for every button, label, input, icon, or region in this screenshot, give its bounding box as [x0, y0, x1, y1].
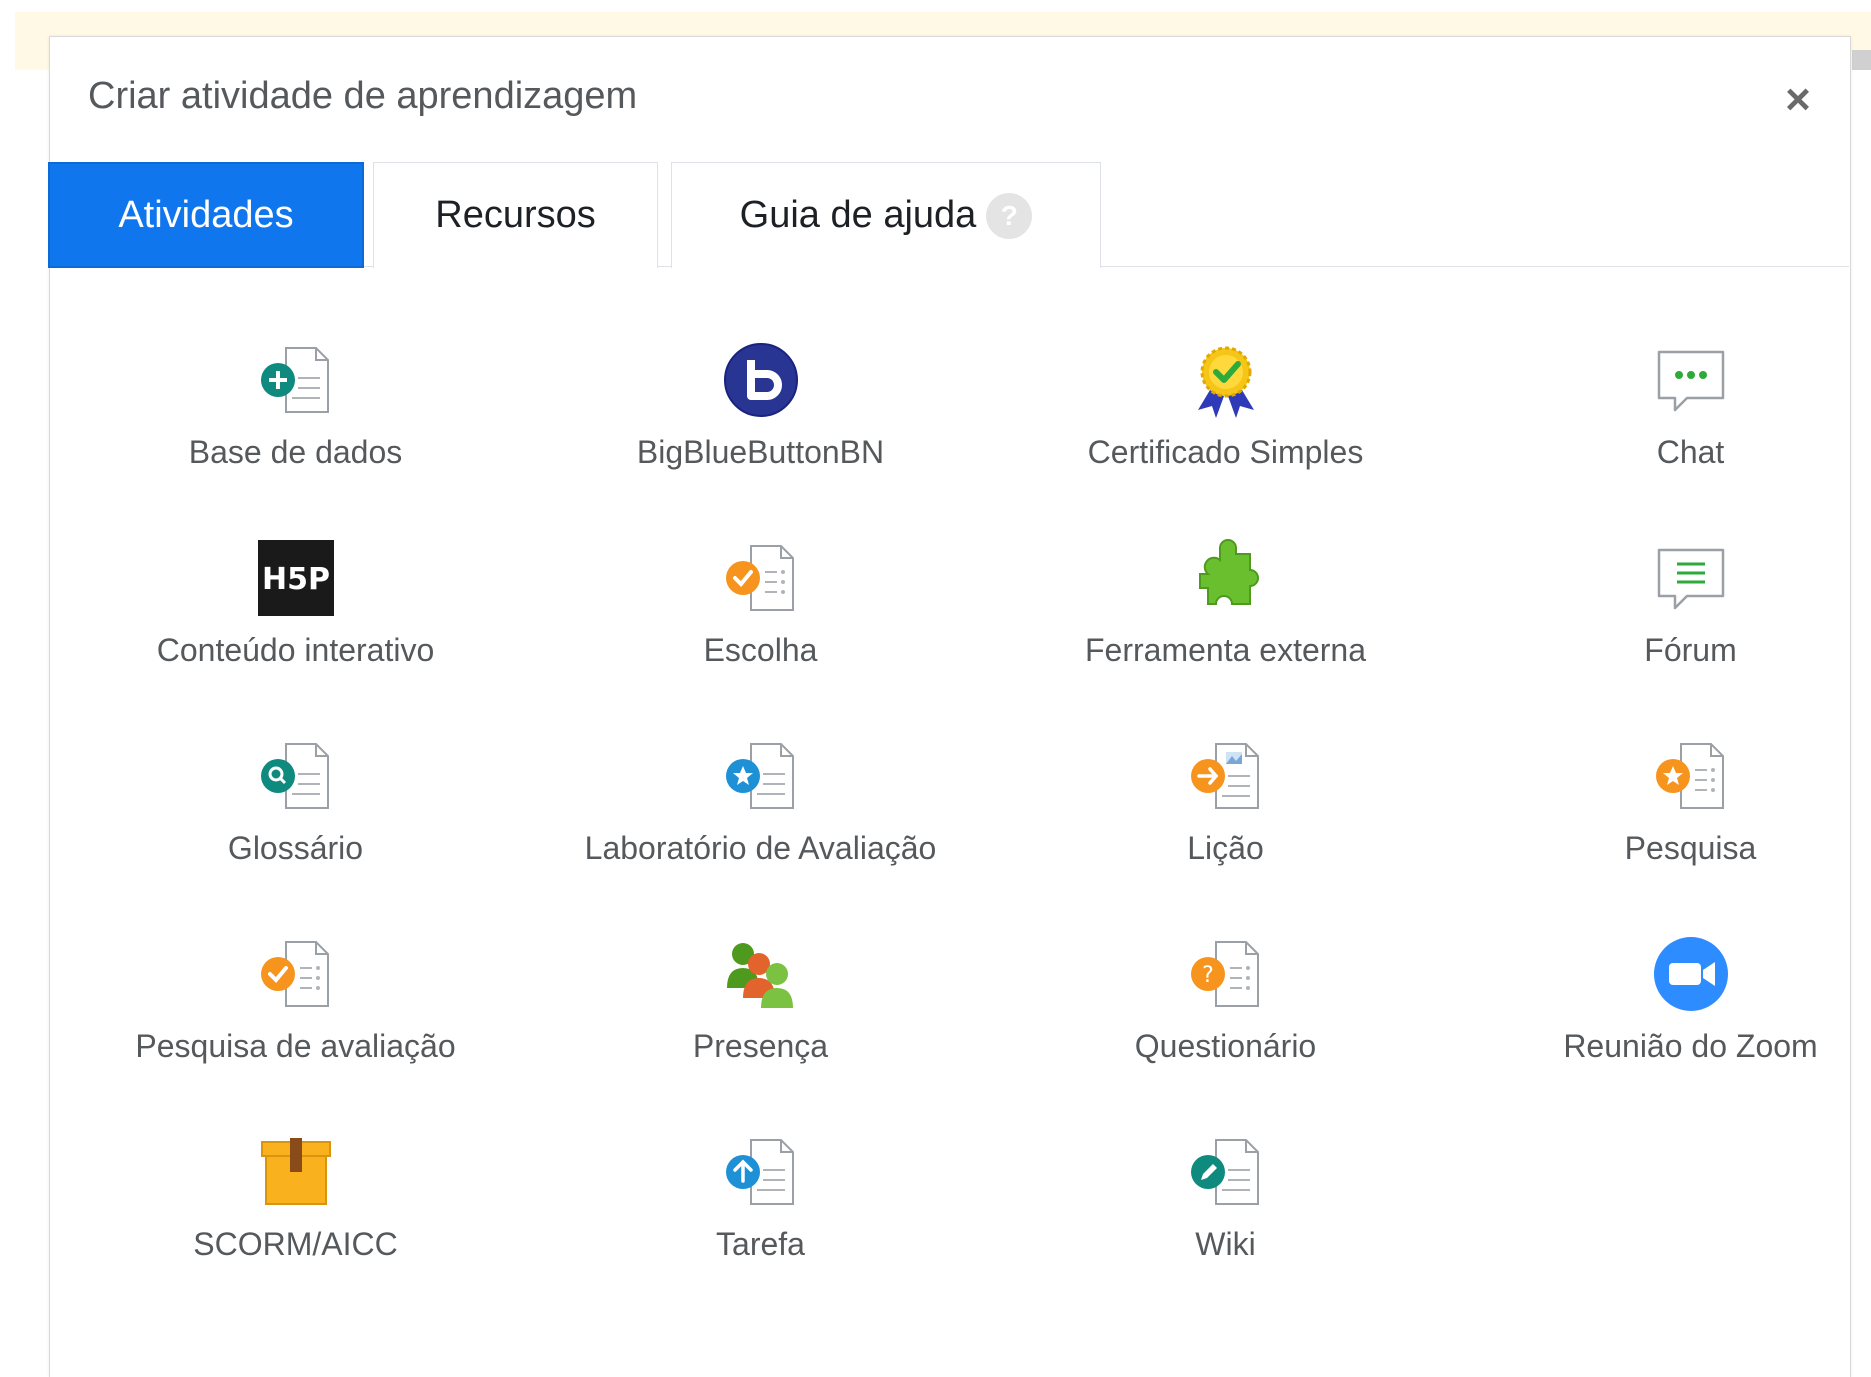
activity-label: Laboratório de Avaliação: [584, 830, 937, 866]
certificate-icon: [1186, 340, 1266, 420]
activity-presenca[interactable]: Presença: [528, 934, 993, 1132]
page-background-edge: [1852, 50, 1871, 70]
feedback-icon: [256, 934, 336, 1014]
database-icon: [256, 340, 336, 420]
workshop-icon: [721, 736, 801, 816]
activity-label: Chat: [1656, 434, 1725, 470]
activity-pesquisa[interactable]: Pesquisa: [1458, 736, 1871, 934]
activity-label: Ferramenta externa: [1084, 632, 1366, 668]
activity-label: Questionário: [1134, 1028, 1317, 1064]
wiki-icon: [1186, 1132, 1266, 1212]
activity-scorm-aicc[interactable]: SCORM/AICC: [63, 1132, 528, 1330]
tab-label: Recursos: [435, 194, 596, 236]
activity-label: Fórum: [1644, 632, 1737, 668]
activity-escolha[interactable]: Escolha: [528, 538, 993, 736]
zoom-icon: [1651, 934, 1731, 1014]
bigbluebutton-icon: [721, 340, 801, 420]
activity-glossario[interactable]: Glossário: [63, 736, 528, 934]
activity-chat[interactable]: Chat: [1458, 340, 1871, 538]
activity-label: Pesquisa de avaliação: [135, 1028, 456, 1064]
survey-icon: [1651, 736, 1731, 816]
activity-questionario[interactable]: ? Questionário: [993, 934, 1458, 1132]
choice-icon: [721, 538, 801, 618]
svg-text:?: ?: [1202, 963, 1214, 988]
svg-text:H5P: H5P: [262, 562, 330, 597]
forum-icon: [1651, 538, 1731, 618]
activity-label: Escolha: [703, 632, 818, 668]
activity-reuniao-do-zoom[interactable]: Reunião do Zoom: [1458, 934, 1871, 1132]
activity-label: Conteúdo interativo: [156, 632, 435, 668]
tab-guia-de-ajuda[interactable]: Guia de ajuda ?: [671, 162, 1101, 268]
assignment-icon: [721, 1132, 801, 1212]
activity-label: Wiki: [1195, 1226, 1256, 1262]
scorm-package-icon: [256, 1132, 336, 1212]
tab-label: Guia de ajuda: [739, 194, 977, 236]
tab-atividades[interactable]: Atividades: [48, 162, 364, 268]
chat-icon: [1651, 340, 1731, 420]
activity-tarefa[interactable]: Tarefa: [528, 1132, 993, 1330]
activity-label: SCORM/AICC: [193, 1226, 398, 1262]
activity-bigbluebuttonbn[interactable]: BigBlueButtonBN: [528, 340, 993, 538]
activity-pesquisa-de-avaliacao[interactable]: Pesquisa de avaliação: [63, 934, 528, 1132]
activity-label: Certificado Simples: [1087, 434, 1364, 470]
activity-wiki[interactable]: Wiki: [993, 1132, 1458, 1330]
tab-recursos[interactable]: Recursos: [373, 162, 658, 268]
h5p-icon: H5P: [256, 538, 336, 618]
lesson-icon: [1186, 736, 1266, 816]
help-icon[interactable]: ?: [986, 192, 1033, 239]
activity-label: BigBlueButtonBN: [636, 434, 885, 470]
activity-label: Reunião do Zoom: [1563, 1028, 1818, 1064]
activity-label: Lição: [1187, 830, 1264, 866]
activity-licao[interactable]: Lição: [993, 736, 1458, 934]
activity-label: Pesquisa: [1624, 830, 1757, 866]
activity-grid: Base de dados BigBlueButtonBN Certificad…: [63, 340, 1871, 1330]
dialog-title: Criar atividade de aprendizagem: [88, 75, 638, 117]
glossary-icon: [256, 736, 336, 816]
activity-base-de-dados[interactable]: Base de dados: [63, 340, 528, 538]
activity-label: Presença: [692, 1028, 829, 1064]
activity-label: Glossário: [227, 830, 364, 866]
puzzle-icon: [1186, 538, 1266, 618]
quiz-icon: ?: [1186, 934, 1266, 1014]
activity-label: Base de dados: [188, 434, 403, 470]
activity-label: Tarefa: [716, 1226, 805, 1262]
attendance-icon: [721, 934, 801, 1014]
activity-conteudo-interativo[interactable]: H5P Conteúdo interativo: [63, 538, 528, 736]
activity-laboratorio-de-avaliacao[interactable]: Laboratório de Avaliação: [528, 736, 993, 934]
tab-label: Atividades: [118, 193, 294, 236]
activity-forum[interactable]: Fórum: [1458, 538, 1871, 736]
activity-certificado-simples[interactable]: Certificado Simples: [993, 340, 1458, 538]
activity-ferramenta-externa[interactable]: Ferramenta externa: [993, 538, 1458, 736]
close-button[interactable]: ×: [1776, 78, 1820, 122]
